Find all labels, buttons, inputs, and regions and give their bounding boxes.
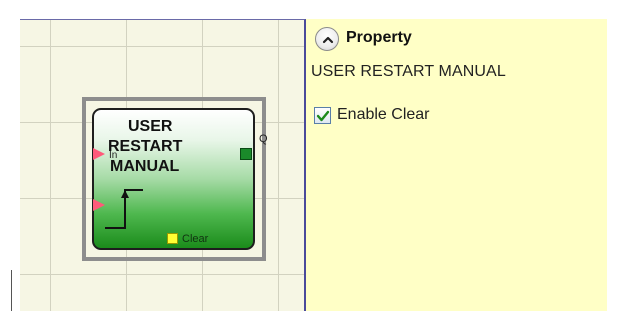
left-divider [11,270,12,311]
input-pin-in[interactable] [93,148,105,160]
check-icon [316,110,330,122]
input-pin-label: In [109,150,118,161]
block-title-line1: USER [128,118,173,135]
enable-clear-checkbox[interactable] [314,107,331,124]
output-pin-label: Q [259,133,268,145]
enable-clear-label[interactable]: Enable Clear [337,106,430,124]
right-margin [607,19,622,311]
block-title-line3: MANUAL [110,158,180,175]
clear-pin[interactable] [167,233,178,244]
block-title-line2: RESTART [108,138,183,155]
chevron-up-icon [322,36,334,44]
component-name: USER RESTART MANUAL [311,63,506,80]
property-title: Property [346,29,412,46]
clear-pin-label: Clear [182,233,209,245]
collapse-button[interactable] [315,27,339,51]
output-pin-q[interactable] [240,148,252,160]
top-margin [0,0,622,20]
restart-step-icon [105,189,143,229]
